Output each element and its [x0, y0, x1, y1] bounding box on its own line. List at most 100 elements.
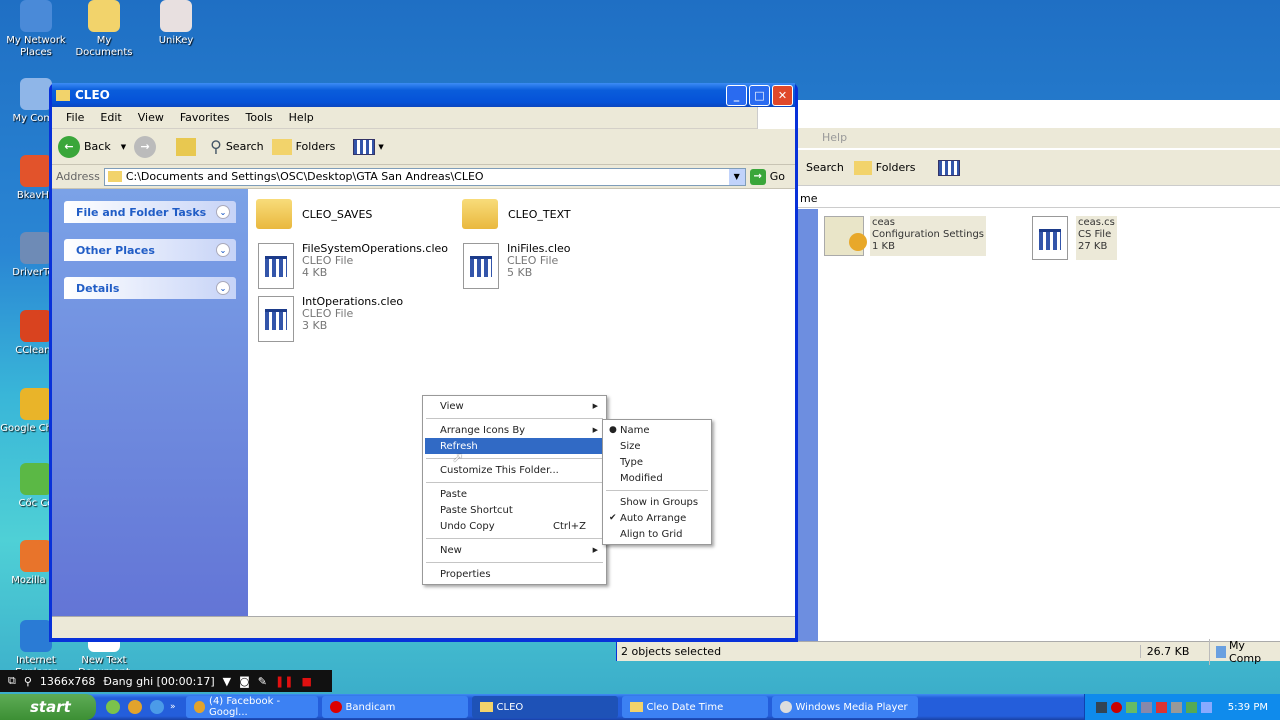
- bg-folders-button[interactable]: Folders: [853, 160, 916, 175]
- camera-icon[interactable]: ◙: [239, 675, 250, 688]
- desktop-icon[interactable]: My Documents: [68, 0, 140, 59]
- network-icon: [20, 0, 52, 32]
- menu-help[interactable]: Help: [281, 111, 322, 124]
- menu-item-view[interactable]: View ▶: [425, 398, 604, 414]
- folders-button[interactable]: Folders: [271, 138, 335, 155]
- window-mode-icon[interactable]: ⧉: [8, 674, 16, 688]
- folder-icon: [462, 199, 498, 229]
- chevron-right-icon[interactable]: »: [170, 702, 176, 712]
- tray-icons[interactable]: [1095, 701, 1212, 713]
- folder-item[interactable]: CLEO_TEXT: [462, 195, 662, 229]
- back-arrow-icon: ←: [58, 135, 80, 158]
- cleo-file-icon: [258, 296, 294, 342]
- maximize-button[interactable]: □: [749, 84, 770, 106]
- submenu-item-show-in-groups[interactable]: Show in Groups: [605, 494, 709, 510]
- clock[interactable]: 5:39 PM: [1228, 702, 1268, 713]
- window-title: CLEO: [75, 88, 110, 102]
- bg-menu-help[interactable]: Help: [822, 131, 847, 144]
- views-button[interactable]: ▼: [353, 138, 384, 155]
- address-input[interactable]: C:\Documents and Settings\OSC\Desktop\GT…: [103, 167, 746, 186]
- system-tray: 5:39 PM: [1084, 694, 1280, 720]
- back-button[interactable]: ← Back ▼: [58, 135, 126, 158]
- menu-item-paste[interactable]: Paste: [425, 486, 604, 502]
- menu-item-undo-copy[interactable]: Undo Copy Ctrl+Z: [425, 518, 604, 534]
- go-button[interactable]: → Go: [749, 168, 795, 185]
- coccoc-quicklaunch-icon[interactable]: [106, 700, 120, 714]
- bg-folders-label: Folders: [875, 161, 916, 174]
- coccoc-icon: [20, 463, 52, 495]
- minimize-button[interactable]: _: [726, 84, 747, 106]
- submenu-item-modified[interactable]: Modified: [605, 470, 709, 486]
- menu-item-paste-shortcut[interactable]: Paste Shortcut: [425, 502, 604, 518]
- toolbar: ← Back ▼ → ⚲ Search Folders ▼: [52, 129, 795, 165]
- task-facebook[interactable]: (4) Facebook - Googl...: [185, 696, 318, 718]
- address-dropdown-icon[interactable]: ▼: [728, 168, 745, 185]
- status-selected: 2 objects selected: [621, 645, 722, 658]
- dropdown-icon[interactable]: ▼: [223, 675, 231, 688]
- task-cleo[interactable]: CLEO: [471, 696, 618, 718]
- menu-item-new[interactable]: New ▶: [425, 542, 604, 558]
- unikey-icon: [160, 0, 192, 32]
- bg-item-ceas[interactable]: ceas Configuration Settings 1 KB: [824, 216, 987, 256]
- menu-item-arrange-icons-by[interactable]: Arrange Icons By ▶: [425, 422, 604, 438]
- stop-icon[interactable]: ■: [301, 675, 311, 688]
- pencil-icon[interactable]: ✎: [258, 675, 267, 688]
- desktop-icon-label: My Documents: [75, 35, 133, 58]
- submenu-arrow-icon: ▶: [592, 402, 598, 410]
- menu-item-properties[interactable]: Properties: [425, 566, 604, 582]
- submenu-item-auto-arrange[interactable]: ✔ Auto Arrange: [605, 510, 709, 526]
- close-button[interactable]: ✕: [772, 84, 793, 106]
- menu-file[interactable]: File: [58, 111, 92, 124]
- submenu-item-name[interactable]: ● Name: [605, 422, 709, 438]
- desktop-icon[interactable]: My Network Places: [0, 0, 72, 59]
- pause-icon[interactable]: ❚❚: [275, 675, 293, 688]
- forward-button[interactable]: →: [134, 135, 160, 158]
- task-pane: File and Folder Tasks ⌄ Other Places ⌄ Det…: [52, 189, 248, 616]
- panel-details[interactable]: Details ⌄: [64, 277, 236, 299]
- chrome-icon: [193, 701, 206, 713]
- panel-title: Details: [76, 281, 120, 295]
- menu-favorites[interactable]: Favorites: [172, 111, 238, 124]
- item-name: CLEO_TEXT: [508, 208, 571, 221]
- bg-status-bar: 2 objects selected 26.7 KB My Comp: [617, 638, 1280, 665]
- search-icon: ⚲: [210, 137, 222, 156]
- title-bar[interactable]: CLEO _ □ ✕: [52, 83, 795, 107]
- task-cleo-date-time[interactable]: Cleo Date Time: [621, 696, 768, 718]
- desktop-icon[interactable]: UniKey: [140, 0, 212, 47]
- bg-item-ceas-cs[interactable]: ceas.cs CS File 27 KB: [1032, 216, 1117, 260]
- chevron-down-icon[interactable]: ⌄: [216, 205, 230, 219]
- start-button[interactable]: start: [0, 694, 96, 720]
- folder-icon: [256, 199, 292, 229]
- chrome-quicklaunch-icon[interactable]: [128, 700, 142, 714]
- file-item[interactable]: FileSystemOperations.cleo CLEO File 4 KB: [258, 243, 458, 289]
- menu-tools[interactable]: Tools: [238, 111, 281, 124]
- submenu-item-align-to-grid[interactable]: Align to Grid: [605, 526, 709, 542]
- checkmark-icon: ✔: [609, 513, 617, 523]
- folder-item[interactable]: CLEO_SAVES: [256, 195, 456, 229]
- separator: [426, 537, 603, 539]
- panel-other-places[interactable]: Other Places ⌄: [64, 239, 236, 261]
- context-menu: View ▶ Arrange Icons By ▶ Refresh Customiz…: [422, 395, 607, 585]
- menu-edit[interactable]: Edit: [92, 111, 129, 124]
- submenu-item-type[interactable]: Type: [605, 454, 709, 470]
- up-folder-button[interactable]: [168, 137, 197, 156]
- shortcut-label: Ctrl+Z: [552, 520, 586, 532]
- task-bandicam[interactable]: Bandicam: [321, 696, 468, 718]
- bandicam-icon: [329, 701, 342, 713]
- submenu-item-size[interactable]: Size: [605, 438, 709, 454]
- magnifier-icon[interactable]: ⚲: [24, 675, 32, 688]
- search-button[interactable]: ⚲ Search: [210, 137, 264, 156]
- mouse-cursor-icon: ➚: [452, 450, 464, 466]
- panel-file-folder-tasks[interactable]: File and Folder Tasks ⌄: [64, 201, 236, 223]
- file-item[interactable]: IntOperations.cleo CLEO File 3 KB: [258, 296, 458, 342]
- file-item[interactable]: IniFiles.cleo CLEO File 5 KB: [463, 243, 663, 289]
- views-icon[interactable]: [937, 159, 960, 176]
- ie-quicklaunch-icon[interactable]: [150, 700, 164, 714]
- bg-search-button[interactable]: Search: [806, 161, 844, 174]
- task-windows-media-player[interactable]: Windows Media Player: [771, 696, 918, 718]
- chevron-down-icon[interactable]: ⌄: [216, 281, 230, 295]
- arrange-submenu: ● Name Size Type Modified Show in Groups …: [602, 419, 712, 545]
- dropdown-arrow-icon[interactable]: ▼: [121, 143, 126, 151]
- menu-view[interactable]: View: [130, 111, 172, 124]
- chevron-down-icon[interactable]: ⌄: [216, 243, 230, 257]
